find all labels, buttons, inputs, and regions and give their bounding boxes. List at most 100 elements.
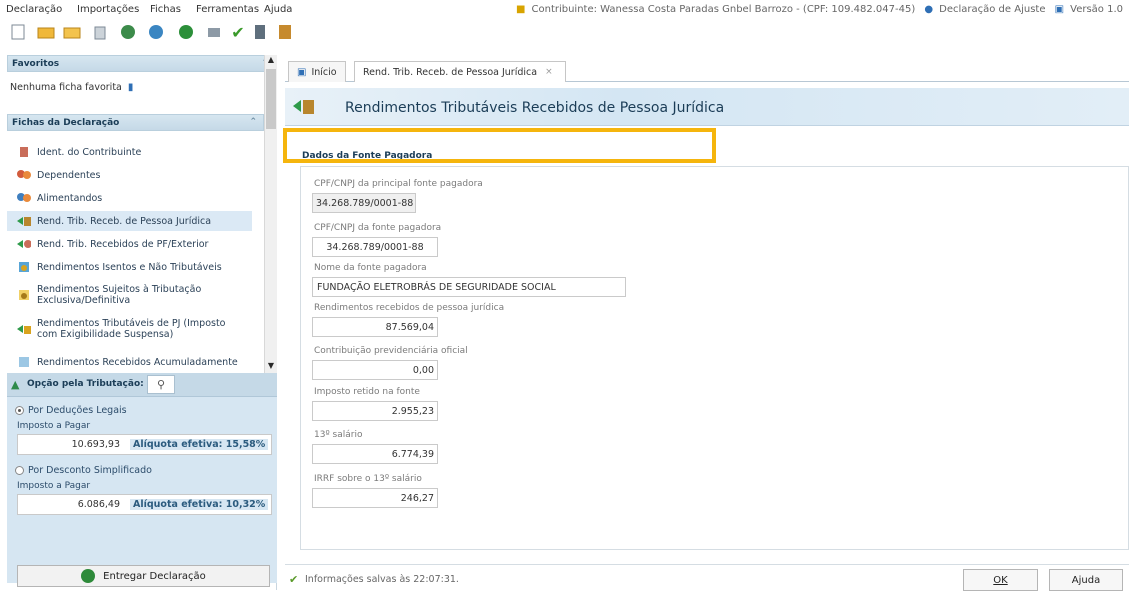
menu-declaracao[interactable]: Declaração — [6, 4, 62, 15]
ficha-item-rend-pj[interactable]: Rend. Trib. Receb. de Pessoa Jurídica — [7, 211, 252, 231]
rend-label: Rendimentos recebidos de pessoa jurídica — [314, 303, 505, 313]
home-icon: ▣ — [297, 66, 307, 78]
ficha-label: Rendimentos Isentos e Não Tributáveis — [37, 261, 222, 273]
tab-rend-pj[interactable]: Rend. Trib. Receb. de Pessoa Jurídica × — [354, 61, 566, 82]
shield-icon: ▮ — [127, 82, 134, 93]
check-icon[interactable]: ✔ — [228, 22, 248, 42]
tab-inicio-label: Início — [311, 66, 337, 78]
version-icon: ▣ — [1054, 4, 1065, 15]
close-icon[interactable]: × — [545, 67, 553, 77]
ok-button[interactable]: OK — [963, 569, 1038, 591]
globe-icon — [81, 569, 96, 583]
entregar-button[interactable]: Entregar Declaração — [17, 565, 270, 587]
status-info: ■ Contribuinte: Wanessa Costa Paradas Gnb… — [516, 4, 1129, 15]
lock-icon: ■ — [516, 4, 526, 15]
calculator-icon[interactable] — [250, 22, 270, 42]
imposto-label: Imposto a Pagar — [17, 481, 91, 491]
scroll-thumb[interactable] — [266, 69, 276, 129]
menu-ajuda[interactable]: Ajuda — [264, 4, 292, 15]
imposto-retido-label: Imposto retido na fonte — [314, 387, 420, 397]
tab-bar: ▣ Início Rend. Trib. Receb. de Pessoa Ju… — [285, 58, 1129, 82]
scroll-up-icon[interactable]: ▲ — [265, 55, 277, 67]
ficha-item-isentos[interactable]: Rendimentos Isentos e Não Tributáveis — [7, 257, 252, 277]
scroll-down-icon[interactable]: ▼ — [265, 361, 277, 373]
menu-fichas[interactable]: Fichas — [150, 4, 181, 15]
globe-icon[interactable] — [176, 22, 196, 42]
document-icon — [17, 355, 31, 369]
contrib-field[interactable]: 0,00 — [312, 360, 438, 380]
saved-status: Informações salvas às 22:07:31. — [305, 574, 459, 585]
favoritos-empty-text: Nenhuma ficha favorita — [10, 82, 122, 93]
nome-field[interactable]: FUNDAÇÃO ELETROBRÁS DE SEGURIDADE SOCIAL — [312, 277, 626, 297]
menu-ferramentas[interactable]: Ferramentas — [196, 4, 259, 15]
radio-deducoes[interactable]: Por Deduções Legais — [15, 405, 127, 416]
simplificado-aliquota: Alíquota efetiva: 10,32% — [130, 499, 269, 510]
imposto-retido-field[interactable]: 2.955,23 — [312, 401, 438, 421]
open-folder-icon[interactable] — [36, 22, 56, 42]
saved-icon: ✔ — [289, 573, 299, 586]
opcao-title: Opção pela Tributação: — [27, 379, 144, 389]
radio-empty-icon[interactable] — [15, 466, 24, 475]
person-arrow-icon — [17, 237, 31, 251]
bottom-bar: ✔ Informações salvas às 22:07:31. OK Aju… — [285, 564, 1129, 591]
import-icon[interactable] — [146, 22, 166, 42]
ficha-item-acumulados[interactable]: Rendimentos Recebidos Acumuladamente — [7, 355, 252, 369]
favoritos-header[interactable]: Favoritos⌃ — [7, 55, 276, 72]
irrf-field[interactable]: 246,27 — [312, 488, 438, 508]
ficha-label: Ident. do Contribuinte — [37, 146, 142, 158]
fichas-header[interactable]: Fichas da Declaração ⌃ — [7, 114, 264, 131]
irrf-label: IRRF sobre o 13º salário — [314, 474, 422, 484]
search-button[interactable]: ⚲ — [147, 375, 175, 394]
simplificado-label: Por Desconto Simplificado — [28, 465, 152, 476]
collapse-icon[interactable]: ⌃ — [249, 117, 257, 127]
fichas-title: Fichas da Declaração — [12, 118, 120, 128]
scrollbar[interactable]: ▲ ▼ — [264, 55, 277, 373]
fonte-field[interactable]: 34.268.789/0001-88 — [312, 237, 438, 257]
info-icon: ● — [924, 4, 934, 15]
form-panel: CPF/CNPJ da principal fonte pagadora 34.… — [300, 167, 1129, 550]
tab-inicio[interactable]: ▣ Início — [288, 61, 346, 82]
deducoes-aliquota: Alíquota efetiva: 15,58% — [130, 439, 269, 450]
building-arrow-icon — [17, 322, 31, 336]
decimo-field[interactable]: 6.774,39 — [312, 444, 438, 464]
ajuda-button[interactable]: Ajuda — [1049, 569, 1123, 591]
left-panel: Favoritos⌃ Nenhuma ficha favorita ▮ Fich… — [7, 55, 277, 590]
entregar-label: Entregar Declaração — [103, 570, 206, 582]
menu-bar: Declaração Importações Fichas Ferramenta… — [0, 0, 1129, 20]
new-file-icon[interactable] — [8, 22, 28, 42]
favoritos-title: Favoritos — [12, 59, 60, 69]
radio-selected-icon[interactable] — [15, 406, 24, 415]
toolbar: ✔ — [0, 20, 1129, 50]
print-icon[interactable] — [204, 22, 224, 42]
deducoes-box: 10.693,93 Alíquota efetiva: 15,58% — [17, 434, 272, 455]
decimo-label: 13º salário — [314, 430, 363, 440]
trash-icon[interactable] — [90, 22, 110, 42]
transmit-icon[interactable] — [118, 22, 138, 42]
menu-importacoes[interactable]: Importações — [77, 4, 139, 15]
ficha-item-suspensa[interactable]: Rendimentos Tributáveis de PJ (Imposto c… — [7, 314, 252, 344]
folder-icon[interactable] — [62, 22, 82, 42]
tab-rend-pj-label: Rend. Trib. Receb. de Pessoa Jurídica — [363, 66, 538, 78]
ok-label: OK — [993, 574, 1008, 586]
ficha-label: Rendimentos Recebidos Acumuladamente — [37, 356, 238, 368]
rend-field[interactable]: 87.569,04 — [312, 317, 438, 337]
highlight-box — [283, 128, 716, 163]
people-icon — [17, 168, 31, 182]
favoritos-empty: Nenhuma ficha favorita ▮ — [10, 82, 133, 93]
ficha-item-rend-pf[interactable]: Rend. Trib. Recebidos de PF/Exterior — [7, 234, 252, 254]
radio-simplificado[interactable]: Por Desconto Simplificado — [15, 465, 152, 476]
imposto-label: Imposto a Pagar — [17, 421, 91, 431]
ficha-item-ident[interactable]: Ident. do Contribuinte — [7, 142, 252, 162]
book-icon[interactable] — [275, 22, 295, 42]
ficha-item-alimentandos[interactable]: Alimentandos — [7, 188, 252, 208]
opcao-panel: ▲ Opção pela Tributação: ⚲ Por Deduções … — [7, 373, 277, 583]
opcao-header: ▲ Opção pela Tributação: ⚲ — [7, 373, 277, 397]
ficha-item-dependentes[interactable]: Dependentes — [7, 165, 252, 185]
ficha-item-exclusiva[interactable]: Rendimentos Sujeitos à Tributação Exclus… — [7, 280, 252, 310]
principal-field: 34.268.789/0001-88 — [312, 193, 416, 213]
simplificado-valor: 6.086,49 — [77, 499, 120, 510]
ficha-label: Rendimentos Sujeitos à Tributação Exclus… — [37, 284, 202, 306]
page-title: Rendimentos Tributáveis Recebidos de Pes… — [345, 100, 725, 116]
simplificado-box: 6.086,49 Alíquota efetiva: 10,32% — [17, 494, 272, 515]
ficha-label: Rendimentos Tributáveis de PJ (Imposto c… — [37, 318, 226, 340]
